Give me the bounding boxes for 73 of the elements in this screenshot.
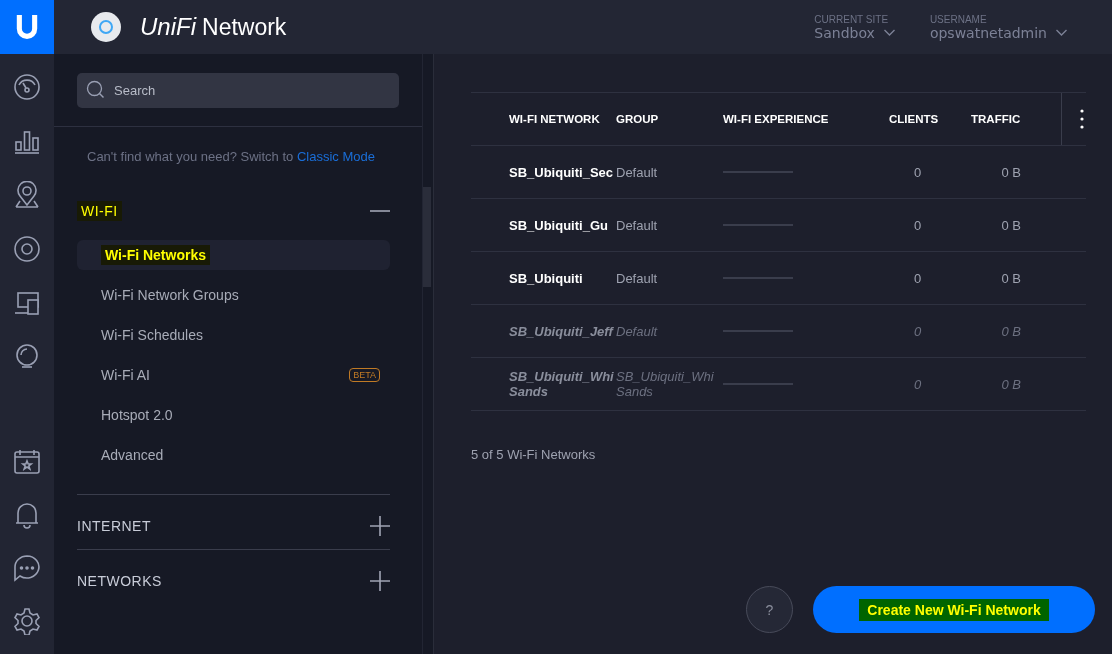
traffic-cell-text: 0 B	[1000, 376, 1022, 392]
item-label: Wi-Fi Networks	[101, 245, 210, 265]
user-dropdown[interactable]: opswatnetadmin	[929, 24, 1068, 41]
settings-icon[interactable]	[13, 607, 41, 635]
network-name-cell-text: SB_Ubiquiti_Whi Sands	[508, 369, 615, 399]
column-header[interactable]: CLIENTS	[889, 113, 971, 125]
site-label: CURRENT SITE	[814, 13, 890, 25]
group-cell-text: Default	[616, 164, 659, 180]
table-row[interactable]: SB_Ubiquiti_Sec Default 0 0 B	[471, 146, 1086, 199]
bell-icon[interactable]	[13, 501, 41, 529]
username-label: USERNAME	[929, 13, 988, 25]
target-icon[interactable]	[13, 235, 41, 263]
network-name-cell-text: SB_Ubiquiti_Sec	[508, 164, 615, 180]
brand-logo-text: UniFi	[140, 13, 196, 41]
item-label: Hotspot 2.0	[101, 407, 173, 423]
chevron-down-icon	[882, 28, 896, 37]
plus-icon[interactable]	[370, 571, 390, 591]
clients-cell-text: 0	[912, 376, 923, 392]
section-title[interactable]: WI-FI	[77, 201, 122, 221]
clients-cell-text: 0	[912, 270, 923, 286]
chat-icon[interactable]	[13, 554, 41, 582]
search-icon	[86, 80, 106, 100]
item-label: Wi-Fi Network Groups	[101, 287, 239, 303]
dashboard-icon[interactable]	[13, 73, 41, 101]
network-name-cell-text: SB_Ubiquiti_Jeff	[508, 323, 615, 339]
column-header[interactable]: GROUP	[616, 113, 723, 125]
lightbulb-icon[interactable]	[13, 343, 41, 371]
sidebar-item[interactable]: Wi-Fi Network Groups	[77, 280, 390, 310]
traffic-cell-text: 0 B	[1000, 323, 1022, 339]
group-cell-text: Default	[616, 323, 659, 339]
ubiquiti-logo[interactable]	[0, 0, 54, 54]
network-name-cell-text: SB_Ubiquiti	[508, 270, 584, 286]
search-field[interactable]: Search	[77, 73, 399, 108]
traffic-cell-text: 0 B	[1000, 217, 1022, 233]
group-cell-text: Default	[616, 270, 659, 286]
column-header[interactable]: WI-FI EXPERIENCE	[723, 113, 889, 125]
classic-mode-link[interactable]: Classic Mode	[296, 149, 375, 164]
network-count: 5 of 5 Wi-Fi Networks	[471, 447, 597, 462]
item-label: Wi-Fi Schedules	[101, 327, 203, 343]
map-pin-icon[interactable]	[13, 181, 41, 209]
traffic-cell-text: 0 B	[1000, 270, 1022, 286]
column-header[interactable]: WI-FI NETWORK	[471, 113, 616, 125]
group-cell-text: SB_Ubiquiti_Whi Sands	[616, 369, 715, 399]
clients-cell-text: 0	[912, 323, 923, 339]
sidebar-item[interactable]: Wi-Fi AI BETA	[77, 360, 390, 390]
classic-mode-hint: Can't find what you need? Switch to Classic Mode	[87, 149, 376, 164]
group-cell-text: Default	[616, 217, 659, 233]
column-header[interactable]: TRAFFIC	[971, 113, 1061, 125]
clients-cell-text: 0	[912, 217, 923, 233]
product-name: Network	[202, 13, 287, 41]
beta-tag: BETA	[349, 368, 380, 382]
table-row[interactable]: SB_Ubiquiti Default 0 0 B	[471, 252, 1086, 305]
item-label: Advanced	[101, 447, 164, 463]
devices-icon[interactable]	[13, 289, 41, 317]
clients-cell-text: 0	[912, 164, 923, 180]
sidebar-item[interactable]: Hotspot 2.0	[77, 400, 390, 430]
network-name-cell-text: SB_Ubiquiti_Gu	[508, 217, 609, 233]
sidebar-item[interactable]: Wi-Fi Networks	[77, 240, 390, 270]
item-label: Wi-Fi AI	[101, 367, 150, 383]
table-row[interactable]: SB_Ubiquiti_Gu Default 0 0 B	[471, 199, 1086, 252]
sidebar-item[interactable]: Advanced	[77, 440, 390, 470]
sidebar-item[interactable]: Wi-Fi Schedules	[77, 320, 390, 350]
plus-icon[interactable]	[370, 516, 390, 536]
app-logo-icon	[90, 11, 122, 43]
site-dropdown[interactable]: Sandbox	[814, 24, 896, 41]
traffic-cell-text: 0 B	[1000, 164, 1022, 180]
chevron-down-icon	[1055, 28, 1068, 37]
help-button[interactable]: ?	[746, 586, 793, 633]
create-network-button[interactable]: Create New Wi-Fi Network	[813, 586, 1095, 633]
section-title[interactable]: NETWORKS	[77, 571, 162, 591]
section-title[interactable]: INTERNET	[77, 516, 151, 536]
more-options-icon[interactable]	[1080, 109, 1084, 129]
calendar-icon[interactable]	[13, 448, 41, 476]
